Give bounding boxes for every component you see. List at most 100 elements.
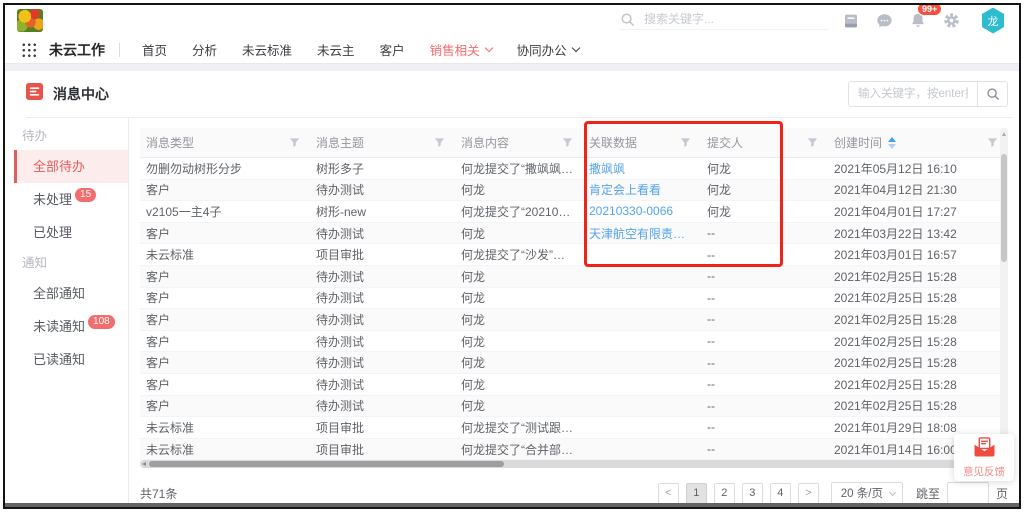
window-bottom-edge xyxy=(5,503,1019,507)
cell-subject: 项目审批 xyxy=(310,246,455,263)
message-table: 消息类型 消息主题 消息内容 关联数据 提交人 创建时间 勿删勿动树形分步树形多… xyxy=(140,128,1008,460)
table-row: 客户待办测试何龙--2021年02月25日 15:28 xyxy=(140,331,1008,353)
feedback-envelope-icon xyxy=(973,437,996,462)
page-button-4[interactable]: 4 xyxy=(770,483,791,504)
feedback-button[interactable]: 意见反馈 xyxy=(954,434,1014,481)
cell-related-link[interactable]: 肯定会上看看 xyxy=(583,181,701,198)
filter-icon[interactable] xyxy=(807,137,818,148)
next-page-button[interactable]: > xyxy=(798,483,819,504)
cell-related-link[interactable]: 撒飒飒 xyxy=(583,160,701,177)
cell-subject: 树形多子 xyxy=(310,160,455,177)
scroll-left-arrow[interactable] xyxy=(142,462,146,466)
global-search-input[interactable] xyxy=(644,12,829,26)
main-nav: 未云工作 首页 分析 未云标准 未云主 客户 销售相关 协同办公 xyxy=(5,36,1019,64)
cell-submitter: -- xyxy=(701,248,828,262)
table-body: 勿删勿动树形分步树形多子何龙提交了“撒飒飒”的审批申...撒飒飒何龙2021年0… xyxy=(140,158,1008,460)
cell-type: 未云标准 xyxy=(140,419,310,436)
keyword-search xyxy=(848,81,1008,107)
settings-gear-icon[interactable] xyxy=(943,12,960,29)
col-header-submitter: 提交人 xyxy=(701,128,828,157)
cell-content: 何龙提交了“沙发”的审批申请.. xyxy=(455,246,583,263)
cell-created: 2021年02月25日 15:28 xyxy=(828,268,1008,285)
cell-submitter: -- xyxy=(701,356,828,370)
nav-item-customer[interactable]: 客户 xyxy=(380,40,405,59)
vertical-scrollbar[interactable] xyxy=(1000,128,1008,460)
cell-type: v2105一主4子 xyxy=(140,203,310,220)
page-title: 消息中心 xyxy=(53,84,109,104)
cell-created: 2021年05月12日 16:10 xyxy=(828,160,1008,177)
nav-item-home[interactable]: 首页 xyxy=(142,40,167,59)
keyword-search-button[interactable] xyxy=(978,81,1008,107)
filter-icon[interactable] xyxy=(987,137,998,148)
cell-content: 何龙 xyxy=(455,311,583,328)
keyword-search-input[interactable] xyxy=(848,81,978,107)
sidebar: 待办 全部待办 未处理15 已处理 通知 全部通知 未读通知108 已读通知 xyxy=(14,122,128,376)
cell-submitter: -- xyxy=(701,226,828,240)
sort-icon[interactable] xyxy=(888,137,896,149)
app-grid-icon[interactable] xyxy=(21,42,37,58)
table-row: 客户待办测试何龙--2021年02月25日 15:28 xyxy=(140,309,1008,331)
table-row: 客户待办测试何龙--2021年02月25日 15:28 xyxy=(140,352,1008,374)
cell-type: 客户 xyxy=(140,225,310,242)
cell-subject: 待办测试 xyxy=(310,354,455,371)
cell-content: 何龙 xyxy=(455,354,583,371)
cell-type: 客户 xyxy=(140,289,310,306)
cell-related-link[interactable]: 天津航空有限责任公司 xyxy=(583,225,701,242)
feedback-label: 意见反馈 xyxy=(963,464,1005,479)
jump-page-input[interactable] xyxy=(947,482,989,504)
cell-created: 2021年02月25日 15:28 xyxy=(828,311,1008,328)
app-name: 未云工作 xyxy=(49,40,105,60)
filter-icon[interactable] xyxy=(434,137,445,148)
vertical-scrollbar-thumb[interactable] xyxy=(1001,154,1007,262)
cell-content: 何龙 xyxy=(455,181,583,198)
cell-type: 客户 xyxy=(140,376,310,393)
cell-subject: 项目审批 xyxy=(310,441,455,458)
page-size-select[interactable]: 20 条/页 xyxy=(831,482,903,505)
app-window: 99+ 龙 未云工作 首页 分析 未云标准 未云主 客户 销售相关 协同办公 消… xyxy=(0,0,1024,512)
table-row: 未云标准项目审批何龙提交了“沙发”的审批申请..--2021年03月01日 16… xyxy=(140,244,1008,266)
page-button-2[interactable]: 2 xyxy=(714,483,735,504)
col-header-subject: 消息主题 xyxy=(310,128,455,157)
horizontal-scrollbar[interactable] xyxy=(140,460,1008,468)
col-header-type: 消息类型 xyxy=(140,128,310,157)
cell-subject: 待办测试 xyxy=(310,181,455,198)
sidebar-item-processed[interactable]: 已处理 xyxy=(14,216,128,249)
prev-page-button[interactable]: < xyxy=(658,483,679,504)
horizontal-scrollbar-thumb[interactable] xyxy=(149,461,504,467)
sidebar-item-all-notice[interactable]: 全部通知 xyxy=(14,277,128,310)
cell-created: 2021年04月12日 21:30 xyxy=(828,181,1008,198)
cell-type: 客户 xyxy=(140,397,310,414)
cell-submitter: -- xyxy=(701,312,828,326)
page-button-3[interactable]: 3 xyxy=(742,483,763,504)
filter-icon[interactable] xyxy=(289,137,300,148)
filter-icon[interactable] xyxy=(680,137,691,148)
nav-item-sales[interactable]: 销售相关 xyxy=(430,40,492,59)
user-avatar[interactable]: 龙 xyxy=(981,8,1005,34)
cell-content: 何龙 xyxy=(455,268,583,285)
page-button-1[interactable]: 1 xyxy=(686,483,707,504)
journal-icon[interactable] xyxy=(843,13,859,29)
chat-icon[interactable] xyxy=(876,13,893,29)
nav-item-analysis[interactable]: 分析 xyxy=(192,40,217,59)
filter-icon[interactable] xyxy=(562,137,573,148)
sidebar-item-unread-notice[interactable]: 未读通知108 xyxy=(14,310,128,343)
nav-item-standard[interactable]: 未云标准 xyxy=(242,40,292,59)
cell-created: 2021年02月25日 15:28 xyxy=(828,376,1008,393)
notifications-bell-icon[interactable]: 99+ xyxy=(910,12,926,29)
cell-submitter: -- xyxy=(701,420,828,434)
sidebar-item-read-notice[interactable]: 已读通知 xyxy=(14,343,128,376)
pagination: < 1 2 3 4 > 20 条/页 跳至 页 xyxy=(658,482,1008,505)
cell-created: 2021年02月25日 15:28 xyxy=(828,333,1008,350)
cell-content: 何龙提交了“合并部门”的审批... xyxy=(455,441,583,458)
col-header-related: 关联数据 xyxy=(583,128,701,157)
cell-created: 2021年03月22日 13:42 xyxy=(828,225,1008,242)
cell-content: 何龙 xyxy=(455,333,583,350)
sidebar-item-all-todo[interactable]: 全部待办 xyxy=(14,150,128,183)
nav-item-main[interactable]: 未云主 xyxy=(317,40,355,59)
cell-related-link[interactable]: 20210330-0066 xyxy=(583,204,701,218)
sidebar-item-unprocessed[interactable]: 未处理15 xyxy=(14,183,128,216)
scroll-up-arrow[interactable] xyxy=(1002,132,1006,136)
search-icon xyxy=(620,12,635,27)
nav-item-collaboration[interactable]: 协同办公 xyxy=(517,40,579,59)
app-logo[interactable] xyxy=(17,9,43,32)
